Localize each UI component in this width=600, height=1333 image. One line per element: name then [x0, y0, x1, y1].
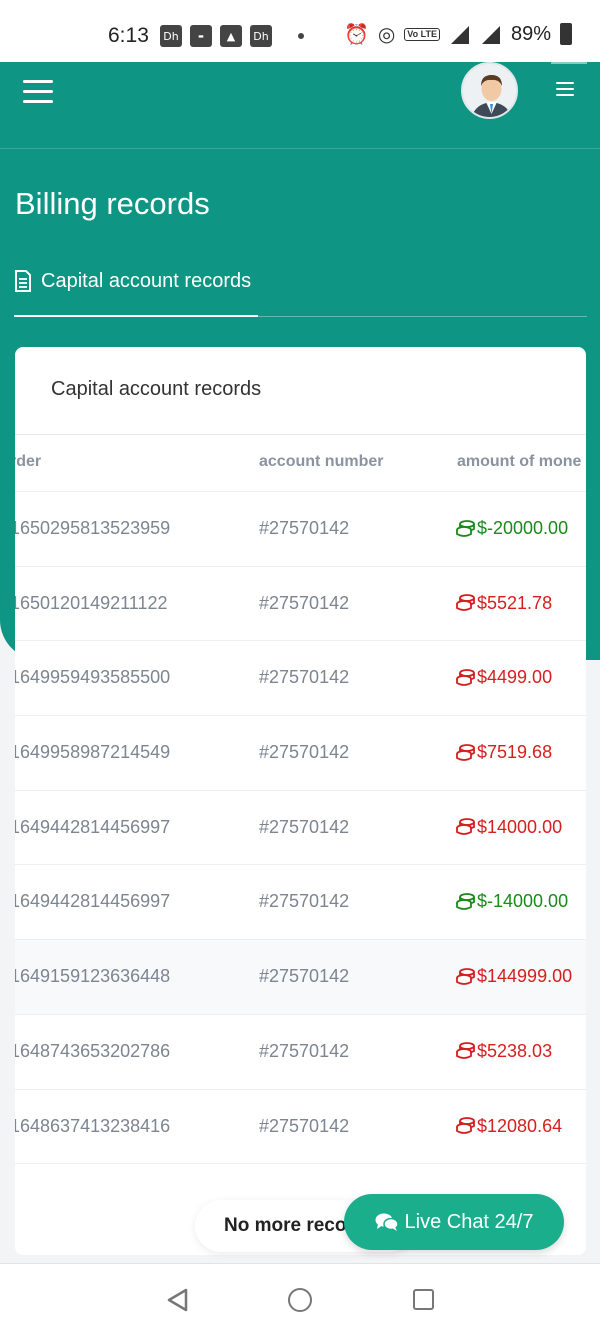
- home-icon[interactable]: [288, 1288, 312, 1312]
- amount-value: $14000.00: [477, 816, 563, 837]
- order-number: 1649958987214549: [15, 742, 171, 763]
- recents-icon[interactable]: [413, 1289, 434, 1310]
- volte-icon: Vo LTE: [404, 27, 440, 41]
- coins-icon: [456, 1117, 475, 1134]
- document-icon: [15, 270, 31, 292]
- amount-cell: $5238.03: [456, 1041, 552, 1062]
- table-row[interactable]: 1648743653202786 #27570142 $5238.03: [15, 1015, 586, 1090]
- account-number: #27570142: [259, 966, 350, 987]
- table-row[interactable]: 1649442814456997 #27570142 $-14000.00: [15, 865, 586, 941]
- hotspot-icon: ◎: [377, 22, 396, 46]
- order-number: 1648743653202786: [15, 1040, 171, 1061]
- amount-value: $5521.78: [477, 592, 553, 613]
- records-table[interactable]: rder account number amount of mone 16502…: [15, 435, 586, 1165]
- coins-icon: [456, 743, 475, 761]
- amount-value: $144999.00: [477, 966, 573, 987]
- battery-icon: [560, 23, 572, 45]
- amount-cell: $4499.00: [456, 667, 552, 688]
- column-header-order: rder: [15, 453, 42, 470]
- more-menu-icon[interactable]: [556, 82, 574, 97]
- coins-icon: [456, 818, 475, 836]
- table-row[interactable]: 1649959493585500 #27570142 $4499.00: [15, 641, 586, 717]
- image-icon: ▲: [220, 25, 242, 47]
- no-more-records-text: No more reco: [224, 1215, 347, 1236]
- coins-icon: [456, 1042, 475, 1060]
- coins-icon: [456, 668, 475, 686]
- amount-cell: $144999.00: [456, 966, 572, 987]
- coins-icon: [456, 967, 475, 985]
- amount-cell: $-20000.00: [456, 518, 568, 539]
- amount-value: $12080.64: [477, 1115, 563, 1136]
- top-bar-accent: [551, 62, 587, 64]
- order-number: 1648637413238416: [15, 1115, 171, 1136]
- news-icon: ▬: [190, 25, 212, 47]
- tab-capital-account-records[interactable]: Capital account records: [14, 267, 251, 317]
- tab-active-indicator: [14, 315, 258, 317]
- dh-icon: Dh: [160, 25, 182, 47]
- table-row[interactable]: 1649442814456997 #27570142 $14000.00: [15, 791, 586, 866]
- avatar[interactable]: [461, 62, 518, 119]
- system-icons: ⏰ ◎ Vo LTE 89%: [344, 22, 572, 46]
- account-number: #27570142: [259, 742, 350, 763]
- order-number: 1649959493585500: [15, 667, 171, 688]
- system-navigation-bar: [0, 1263, 600, 1333]
- account-number: #27570142: [259, 667, 350, 688]
- account-number: #27570142: [259, 592, 350, 613]
- amount-cell: $14000.00: [456, 817, 562, 838]
- back-icon[interactable]: [166, 1288, 190, 1312]
- amount-value: $7519.68: [477, 742, 553, 763]
- table-row[interactable]: 1649159123636448 #27570142 $144999.00: [15, 940, 586, 1015]
- amount-value: $5238.03: [477, 1040, 553, 1061]
- coins-icon: [456, 519, 475, 537]
- alarm-icon: ⏰: [343, 22, 369, 46]
- chat-bubbles-icon: [375, 1213, 399, 1231]
- amount-value: $-20000.00: [477, 518, 569, 538]
- amount-cell: $7519.68: [456, 742, 552, 763]
- order-number: 1650295813523959: [15, 518, 171, 538]
- order-number: 1650120149211122: [15, 592, 168, 613]
- order-number: 1649159123636448: [15, 966, 171, 987]
- status-time: 6:13: [108, 24, 149, 47]
- table-row[interactable]: 1649958987214549 #27570142 $7519.68: [15, 716, 586, 791]
- signal-icon: [481, 26, 500, 44]
- dh-icon: Dh: [250, 25, 272, 47]
- column-header-account-number: account number: [259, 453, 384, 470]
- table-row[interactable]: 1650120149211122 #27570142 $5521.78: [15, 567, 586, 642]
- signal-icon: [450, 26, 469, 44]
- amount-value: $-14000.00: [477, 891, 569, 912]
- battery-percent: 89%: [510, 22, 551, 45]
- status-bar: 6:13 Dh ▬ ▲ Dh ⏰ ◎ Vo LTE 89%: [0, 0, 600, 62]
- more-notifications-icon: [298, 33, 304, 39]
- account-number: #27570142: [259, 518, 350, 538]
- coins-icon: [456, 594, 475, 612]
- account-number: #27570142: [259, 1115, 350, 1136]
- order-number: 1649442814456997: [15, 891, 171, 912]
- account-number: #27570142: [259, 1040, 350, 1061]
- notification-icons: Dh ▬ ▲ Dh: [160, 25, 304, 47]
- table-body: 1650295813523959 #27570142 $-20000.00 16501…: [15, 492, 586, 1165]
- amount-cell: $5521.78: [456, 593, 552, 614]
- tab-label: Capital account records: [41, 270, 252, 292]
- account-number: #27570142: [259, 816, 350, 837]
- records-card: Capital account records rder account num…: [15, 347, 586, 1255]
- table-row[interactable]: 1648637413238416 #27570142 $12080.64: [15, 1090, 586, 1165]
- column-header-amount: amount of mone: [457, 453, 582, 470]
- order-number: 1649442814456997: [15, 816, 171, 837]
- card-title: Capital account records: [51, 378, 262, 400]
- live-chat-button[interactable]: Live Chat 24/7: [344, 1194, 564, 1250]
- amount-cell: $-14000.00: [456, 891, 568, 912]
- coins-icon: [456, 893, 475, 910]
- amount-value: $4499.00: [477, 667, 553, 688]
- menu-icon[interactable]: [23, 80, 53, 103]
- amount-cell: $12080.64: [456, 1116, 562, 1137]
- table-header: rder account number amount of mone: [15, 435, 586, 492]
- live-chat-label: Live Chat 24/7: [404, 1210, 534, 1233]
- page-title: Billing records: [15, 186, 210, 221]
- table-row[interactable]: 1650295813523959 #27570142 $-20000.00: [15, 492, 586, 567]
- account-number: #27570142: [259, 891, 350, 912]
